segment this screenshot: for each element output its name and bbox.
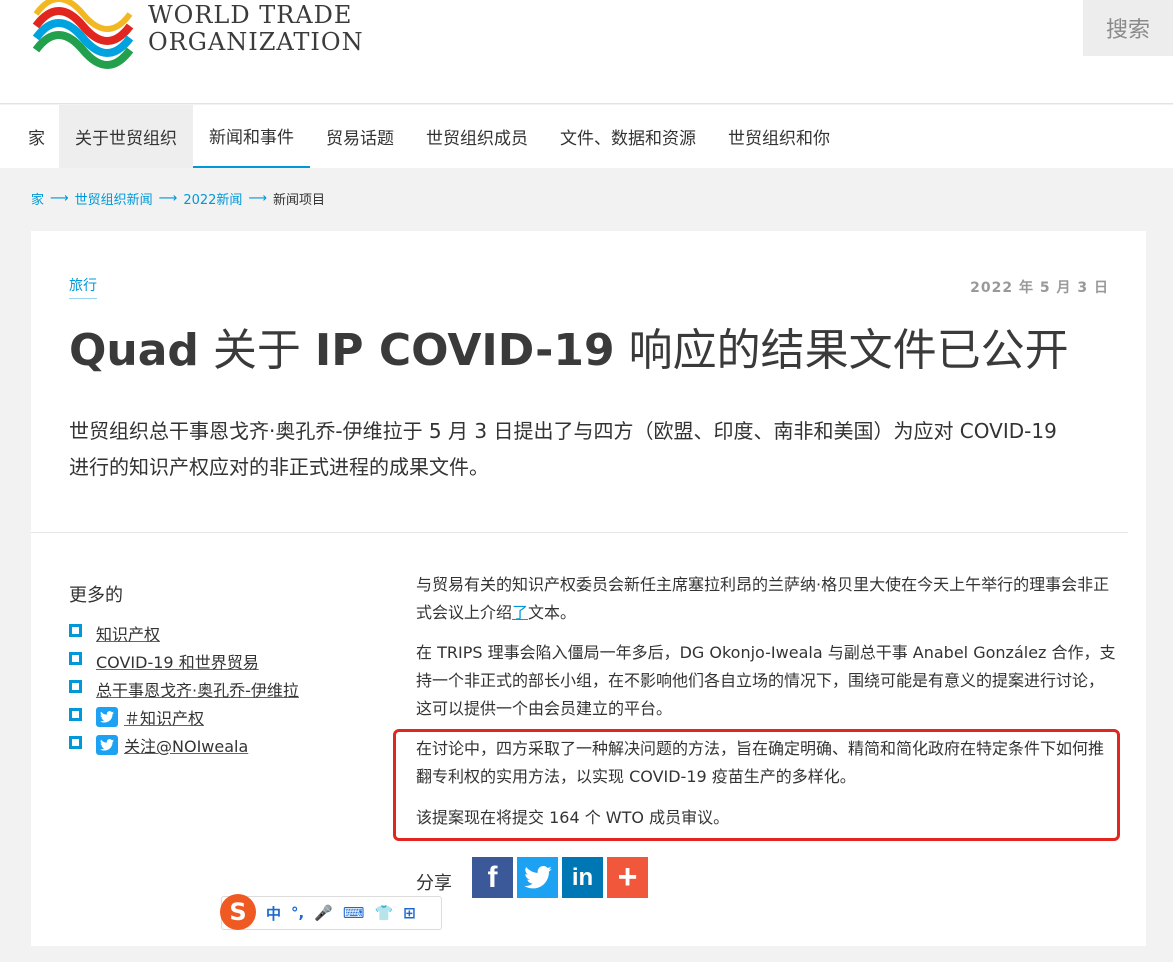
square-bullet-icon — [69, 623, 82, 637]
article-date: 2022 年 5 月 3 日 — [970, 280, 1109, 296]
breadcrumb-arrow-icon: ⟶ — [248, 190, 268, 206]
ime-skin-icon[interactable]: 👕 — [375, 904, 394, 922]
nav-item-members[interactable]: 世贸组织成员 — [410, 105, 544, 168]
square-bullet-icon — [69, 651, 82, 665]
link-intellectual-property[interactable]: 知识产权 — [96, 621, 160, 645]
logo-line1: WORLD TRADE — [148, 1, 353, 29]
link-twitter-ip[interactable]: ＃知识产权 — [124, 705, 204, 729]
title-part: Quad — [69, 325, 199, 376]
ime-language-toggle[interactable]: 中 — [266, 903, 281, 924]
paragraph-text: 文本。 — [528, 603, 577, 622]
logo-line2: ORGANIZATION — [148, 28, 364, 56]
main-nav: 家 关于世贸组织 新闻和事件 贸易话题 世贸组织成员 文件、数据和资源 世贸组织… — [0, 105, 1173, 168]
ime-toolbar: S 中 °, 🎤 ⌨ 👕 ⊞ — [220, 894, 442, 930]
square-bullet-icon — [69, 735, 82, 749]
twitter-icon — [96, 735, 118, 755]
site-header: WORLD TRADE ORGANIZATION 搜索 — [0, 0, 1173, 104]
twitter-share-button[interactable] — [517, 857, 558, 898]
more-links-list: 知识产权 COVID-19 和世界贸易 总干事恩戈齐·奥孔乔-伊维拉 ＃知识产权… — [69, 619, 299, 759]
paragraph: 在讨论中，四方采取了一种解决问题的方法，旨在确定明确、精简和简化政府在特定条件下… — [416, 739, 1105, 786]
paragraph: 与贸易有关的知识产权委员会新任主席塞拉利昂的兰萨纳·格贝里大使在今天上午举行的理… — [416, 571, 1116, 627]
article-card: 旅行 2022 年 5 月 3 日 Quad 关于 IP COVID-19 响应… — [31, 231, 1146, 946]
sogou-logo-icon[interactable]: S — [220, 894, 256, 930]
article-tag[interactable]: 旅行 — [69, 275, 97, 299]
ime-toolbox-icon[interactable]: ⊞ — [403, 904, 416, 922]
link-covid19-trade[interactable]: COVID-19 和世界贸易 — [96, 649, 259, 673]
facebook-share-button[interactable]: f — [472, 857, 513, 898]
facebook-icon: f — [487, 860, 498, 894]
link-director-general[interactable]: 总干事恩戈齐·奥孔乔-伊维拉 — [96, 677, 299, 701]
title-part: 响应的结果文件已公开 — [614, 325, 1069, 376]
divider — [31, 532, 1128, 533]
search-button[interactable]: 搜索 — [1083, 0, 1173, 56]
page-title: Quad 关于 IP COVID-19 响应的结果文件已公开 — [69, 319, 1129, 383]
ime-keyboard-icon[interactable]: ⌨ — [343, 904, 365, 922]
square-bullet-icon — [69, 679, 82, 693]
title-part: IP COVID-19 — [314, 325, 615, 376]
twitter-icon — [96, 707, 118, 727]
ime-microphone-icon[interactable]: 🎤 — [314, 904, 333, 922]
breadcrumb: 家 ⟶ 世贸组织新闻 ⟶ 2022新闻 ⟶ 新闻项目 — [31, 187, 325, 209]
breadcrumb-wto-news[interactable]: 世贸组织新闻 — [75, 189, 153, 208]
wto-logo-icon[interactable] — [28, 0, 138, 74]
share-label: 分享 — [416, 873, 452, 894]
square-bullet-icon — [69, 707, 82, 721]
nav-item-wto-and-you[interactable]: 世贸组织和你 — [712, 105, 846, 168]
linkedin-share-button[interactable]: in — [562, 857, 603, 898]
twitter-icon — [523, 866, 552, 889]
link-follow-noiweala[interactable]: 关注@NOIweala — [124, 733, 248, 757]
breadcrumb-2022-news[interactable]: 2022新闻 — [183, 189, 242, 208]
plus-icon: + — [617, 858, 638, 896]
list-item: 知识产权 — [69, 619, 299, 647]
text-link[interactable]: 了 — [512, 603, 528, 622]
nav-item-about[interactable]: 关于世贸组织 — [59, 105, 193, 168]
breadcrumb-arrow-icon: ⟶ — [50, 190, 69, 206]
list-item: 总干事恩戈齐·奥孔乔-伊维拉 — [69, 675, 299, 703]
more-share-button[interactable]: + — [607, 857, 648, 898]
article-lead: 世贸组织总干事恩戈齐·奥孔乔-伊维拉于 5 月 3 日提出了与四方（欧盟、印度、… — [69, 419, 1057, 479]
list-item: ＃知识产权 — [69, 703, 299, 731]
linkedin-icon: in — [571, 863, 594, 891]
nav-item-home[interactable]: 家 — [0, 105, 59, 168]
list-item: COVID-19 和世界贸易 — [69, 647, 299, 675]
list-item: 关注@NOIweala — [69, 731, 299, 759]
breadcrumb-current: 新闻项目 — [273, 192, 326, 208]
nav-item-documents[interactable]: 文件、数据和资源 — [544, 105, 712, 168]
page-gutter — [1146, 231, 1173, 962]
logo-text[interactable]: WORLD TRADE ORGANIZATION — [148, 2, 364, 56]
nav-item-news[interactable]: 新闻和事件 — [193, 105, 310, 168]
nav-item-trade-topics[interactable]: 贸易话题 — [310, 105, 410, 168]
paragraph: 在 TRIPS 理事会陷入僵局一年多后，DG Okonjo-Iweala 与副总… — [416, 643, 1116, 718]
breadcrumb-home[interactable]: 家 — [31, 189, 44, 208]
article-body: 与贸易有关的知识产权委员会新任主席塞拉利昂的兰萨纳·格贝里大使在今天上午举行的理… — [416, 571, 1116, 735]
more-title: 更多的 — [69, 585, 123, 606]
title-part: 关于 — [198, 325, 315, 376]
ime-punctuation-icon[interactable]: °, — [291, 904, 304, 922]
share-buttons: f in + — [472, 857, 648, 898]
paragraph: 该提案现在将提交 164 个 WTO 成员审议。 — [416, 808, 730, 827]
breadcrumb-arrow-icon: ⟶ — [158, 190, 178, 206]
